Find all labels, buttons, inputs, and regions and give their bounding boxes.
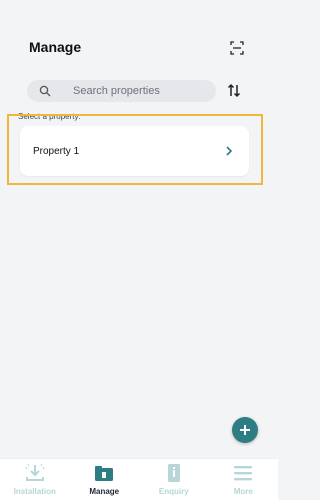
- nav-label: Manage: [89, 487, 120, 496]
- sort-icon[interactable]: [227, 83, 241, 98]
- search-input[interactable]: [71, 84, 205, 98]
- page-title: Manage: [29, 39, 82, 55]
- nav-label: Enquiry: [158, 487, 189, 496]
- nav-label: Installation: [13, 487, 56, 496]
- property-card[interactable]: Property 1: [20, 126, 249, 176]
- menu-icon: [234, 466, 253, 481]
- property-name: Property 1: [33, 145, 80, 157]
- manage-icon: [95, 466, 114, 481]
- installation-icon: [25, 463, 45, 481]
- scan-icon[interactable]: [230, 41, 244, 55]
- nav-item-installation[interactable]: Installation: [0, 459, 70, 500]
- bottom-nav: Installation Manage Enquiry More: [0, 458, 278, 500]
- search-bar[interactable]: [27, 80, 216, 102]
- nav-item-manage[interactable]: Manage: [70, 459, 140, 500]
- nav-item-more[interactable]: More: [209, 459, 279, 500]
- search-icon: [39, 85, 51, 97]
- nav-label: More: [233, 487, 253, 496]
- plus-icon: [240, 425, 250, 435]
- chevron-right-icon: [226, 146, 233, 156]
- nav-item-enquiry[interactable]: Enquiry: [139, 459, 209, 500]
- add-property-button[interactable]: [232, 417, 258, 443]
- enquiry-icon: [167, 464, 180, 482]
